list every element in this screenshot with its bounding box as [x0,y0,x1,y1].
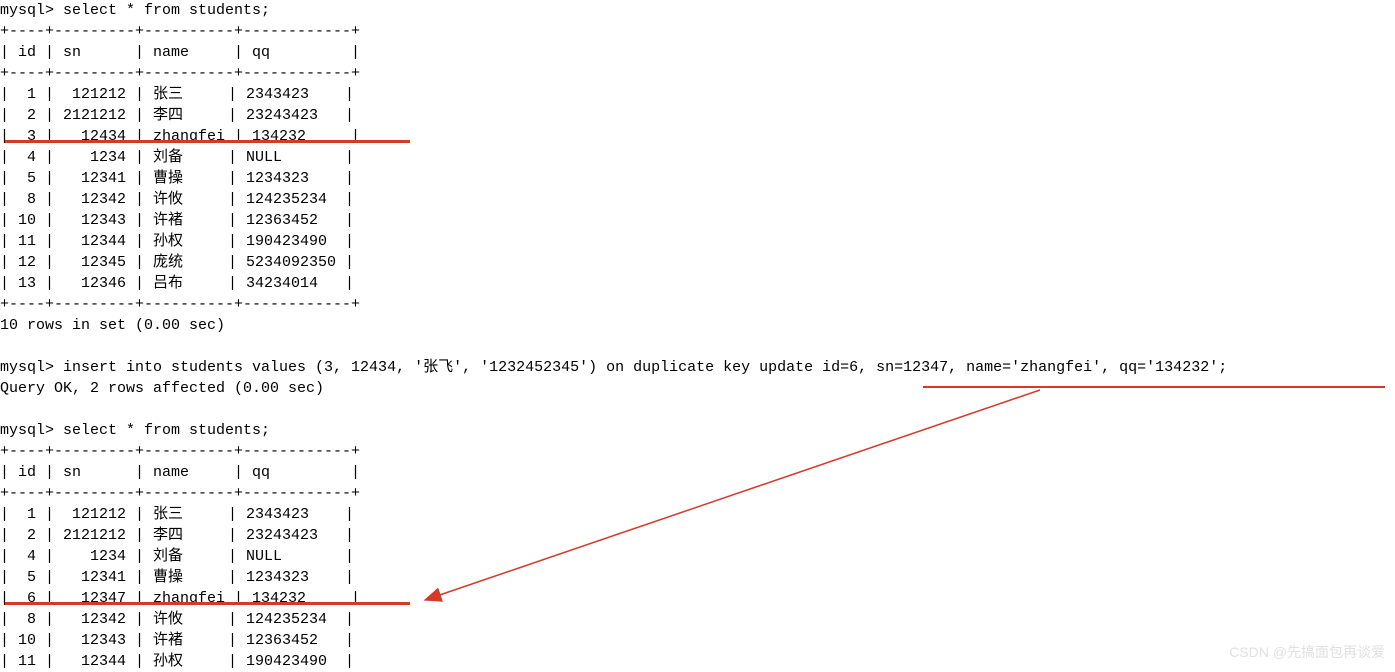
annotation-underline-row-6 [5,602,410,605]
terminal-output: mysql> select * from students; +----+---… [0,0,1395,672]
watermark: CSDN @先搞面包再谈爱 [1229,642,1385,663]
annotation-underline-row-3 [5,140,410,143]
annotation-underline-update-clause [923,386,1385,388]
